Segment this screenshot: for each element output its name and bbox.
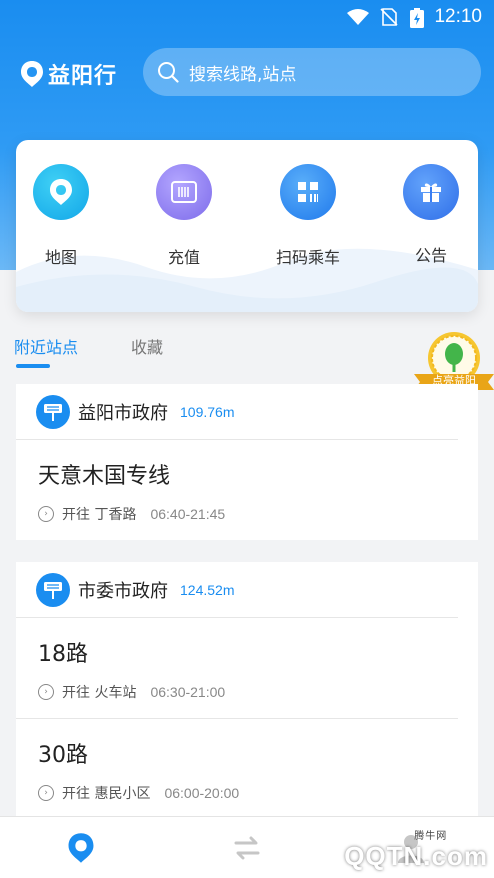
map-pin-icon — [68, 833, 94, 863]
route-direction: 开往 惠民小区 — [62, 786, 151, 802]
stop-header: 益阳市政府 109.76m — [16, 384, 458, 440]
no-sim-icon — [380, 8, 398, 26]
gift-icon — [403, 164, 459, 220]
app-name: 益阳行 — [48, 64, 118, 89]
status-time: 12:10 — [434, 6, 482, 27]
stop-distance: 124.52m — [180, 581, 235, 598]
func-recharge[interactable]: 充值 — [139, 164, 229, 268]
battery-icon — [410, 8, 424, 28]
nav-home[interactable] — [66, 831, 96, 869]
stop-card[interactable]: 市委市政府 124.52m 18路 › 开往 火车站 06:30-21:00 3… — [16, 562, 478, 819]
status-bar: 12:10 — [0, 0, 494, 34]
nav-transfer[interactable] — [230, 831, 264, 869]
watermark-text: QQTN.com — [344, 841, 488, 871]
func-notice-label: 公告 — [414, 246, 447, 265]
route-name: 天意木国专线 — [38, 464, 171, 489]
watermark: 腾牛网 QQTN.com — [344, 831, 488, 872]
route-item[interactable]: 18路 › 开往 火车站 06:30-21:00 — [16, 618, 458, 719]
route-name: 30路 — [38, 743, 88, 768]
direction-arrow-icon: › — [38, 785, 54, 801]
stop-name: 市委市政府 — [78, 580, 168, 602]
func-recharge-label: 充值 — [167, 248, 200, 267]
route-item[interactable]: 30路 › 开往 惠民小区 06:00-20:00 — [16, 719, 458, 819]
route-name: 18路 — [38, 642, 88, 667]
card-icon — [156, 164, 212, 220]
stop-card[interactable]: 益阳市政府 109.76m 天意木国专线 › 开往 丁香路 06:40-21:4… — [16, 384, 478, 540]
route-direction: 开往 丁香路 — [62, 507, 137, 523]
func-map[interactable]: 地图 — [16, 164, 106, 268]
logo-pin-icon — [21, 61, 43, 87]
watermark-small: 腾牛网 — [414, 831, 448, 842]
func-notice[interactable]: 公告 — [386, 164, 476, 266]
search-placeholder: 搜索线路,站点 — [189, 64, 297, 85]
map-pin-icon — [33, 164, 89, 220]
route-time: 06:40-21:45 — [150, 506, 226, 522]
route-meta: › 开往 火车站 06:30-21:00 — [38, 668, 458, 718]
route-item[interactable]: 天意木国专线 › 开往 丁香路 06:40-21:45 — [16, 440, 458, 540]
stop-distance: 109.76m — [180, 403, 235, 420]
bus-stop-icon — [36, 572, 70, 607]
stop-name: 益阳市政府 — [78, 402, 168, 424]
tab-active-indicator — [16, 364, 50, 368]
search-icon — [158, 62, 179, 83]
tab-nearby[interactable]: 附近站点 — [14, 334, 78, 358]
tab-favorites[interactable]: 收藏 — [131, 334, 163, 358]
route-time: 06:00-20:00 — [164, 785, 240, 801]
direction-arrow-icon: › — [38, 684, 54, 700]
direction-arrow-icon: › — [38, 506, 54, 522]
bus-stop-icon — [36, 394, 70, 429]
search-bar[interactable]: 搜索线路,站点 — [143, 48, 481, 96]
transfer-arrows-icon — [234, 836, 260, 860]
route-direction: 开往 火车站 — [62, 685, 137, 701]
route-meta: › 开往 丁香路 06:40-21:45 — [38, 490, 458, 540]
function-card: 地图 充值 扫码乘车 公告 — [16, 140, 478, 312]
func-scan-label: 扫码乘车 — [275, 248, 340, 267]
func-map-label: 地图 — [44, 248, 77, 267]
stop-header: 市委市政府 124.52m — [16, 562, 458, 618]
app-logo: 益阳行 — [20, 58, 117, 90]
func-scan[interactable]: 扫码乘车 — [263, 164, 353, 268]
route-time: 06:30-21:00 — [150, 684, 226, 700]
route-meta: › 开往 惠民小区 06:00-20:00 — [38, 769, 458, 819]
qr-code-icon — [280, 164, 336, 220]
wifi-icon — [347, 9, 369, 25]
